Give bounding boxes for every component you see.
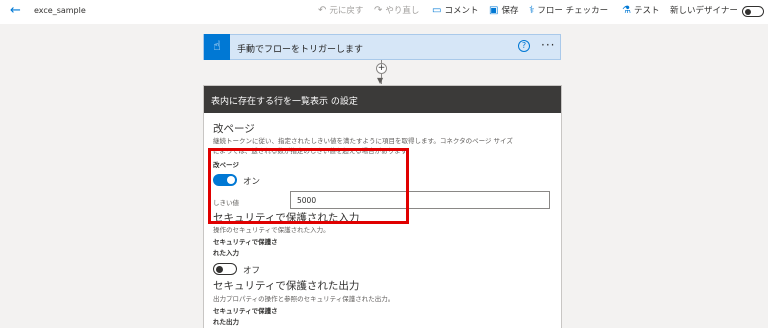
help-icon[interactable]: ? [518,40,530,52]
undo-icon: ↶ [318,5,327,16]
flask-icon: ⚗ [622,5,631,16]
hand-tap-icon: ☝ [204,34,230,60]
secure-input-label-line2: れた入力 [213,249,239,257]
redo-button[interactable]: ↷ やり直し [374,5,419,17]
red-highlight-box [208,148,409,224]
trigger-title: 手動でフローをトリガーします [237,45,364,55]
secure-output-label-line1: セキュリティで保護さ [213,307,278,315]
secure-input-toggle-state: オフ [243,266,261,276]
secure-output-section-title: セキュリティで保護された出力 [213,280,360,292]
secure-input-label-line1: セキュリティで保護さ [213,238,278,246]
pagination-description-line1: 継続トークンに従い、指定されたしきい値を満たすように項目を取得します。コネクタの… [213,137,513,145]
settings-panel-header: 表内に存在する行を一覧表示 の設定 [204,86,561,113]
add-step-plus-icon[interactable]: + [376,63,387,74]
new-designer-toggle[interactable] [742,6,764,17]
pagination-section-title: 改ページ [213,123,255,135]
comment-icon: ▭ [432,5,442,16]
save-button[interactable]: ▣ 保存 [489,5,518,17]
connector-arrow-icon: ▼ [377,76,384,85]
trigger-card[interactable]: ☝ 手動でフローをトリガーします ? ··· [203,34,561,60]
toggle-knob [745,8,751,15]
test-button[interactable]: ⚗ テスト [622,5,659,17]
back-arrow-icon[interactable]: ← [10,3,21,19]
secure-input-description: 操作のセキュリティで保護された入力。 [213,226,330,234]
settings-panel-title: 表内に存在する行を一覧表示 の設定 [211,97,358,107]
undo-button[interactable]: ↶ 元に戻す [318,5,363,17]
top-bar: ← exce_sample ↶ 元に戻す ↷ やり直し ▭ コメント ▣ 保存 … [0,0,768,24]
comment-button[interactable]: ▭ コメント [432,5,478,17]
save-icon: ▣ [489,5,499,16]
flow-checker-button[interactable]: ⚕ フロー チェッカー [529,5,608,17]
new-designer-label: 新しいデザイナー [670,6,738,16]
secure-input-toggle[interactable] [213,263,237,275]
secure-output-description: 出力プロパティの操作と参照のセキュリティ保護された出力。 [213,295,395,303]
flow-title: exce_sample [34,6,86,15]
stethoscope-icon: ⚕ [529,5,535,16]
redo-icon: ↷ [374,5,383,16]
more-options-icon[interactable]: ··· [541,38,555,52]
secure-output-label-line2: れた出力 [213,318,239,326]
toggle-knob [216,265,223,273]
